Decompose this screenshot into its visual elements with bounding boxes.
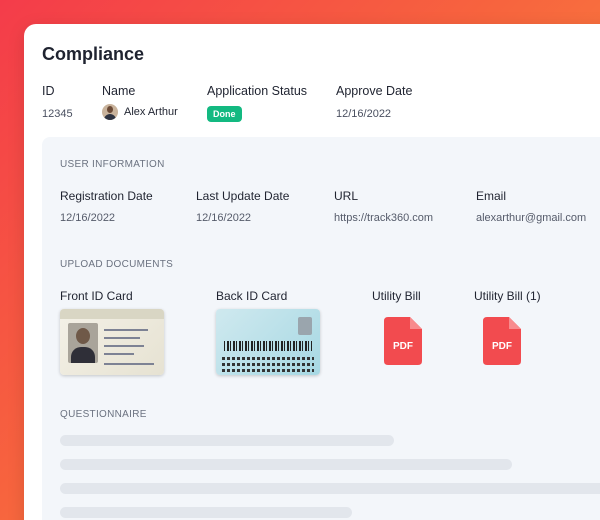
last-update-value: 12/16/2022 [196,212,252,224]
back-id-label: Back ID Card [216,289,288,303]
card-text-line [104,329,148,331]
avatar [102,104,118,120]
url-link[interactable]: https://track360.com [334,212,433,224]
email-value: alexarthur@gmail.com [476,212,587,224]
front-id-label: Front ID Card [60,289,133,303]
card-text-line [104,337,140,339]
card-text-line [104,363,154,365]
skeleton-line [60,435,394,446]
user-name-text: Alex Arthur [124,106,178,118]
mrz-line [222,363,314,366]
user-name: Alex Arthur [102,104,178,120]
questionnaire-section-title: QUESTIONNAIRE [60,409,147,420]
page-title: Compliance [42,44,145,64]
mrz-line [222,369,314,372]
upload-documents-section-title: UPLOAD DOCUMENTS [60,259,174,270]
barcode [224,341,312,351]
back-id-card-thumbnail[interactable] [216,309,320,375]
id-value: 12345 [42,108,73,120]
mrz-line [222,357,314,360]
registration-date-label: Registration Date [60,189,153,203]
status-label: Application Status [207,84,308,98]
approve-date-value: 12/16/2022 [336,108,392,120]
card-text-line [104,345,144,347]
user-info-section-title: USER INFORMATION [60,159,165,170]
pdf-badge-text: PDF [393,341,413,352]
email-label: Email [476,189,507,203]
status-badge: Done [207,106,242,122]
details-panel: USER INFORMATION Registration Date Last … [42,137,600,520]
last-update-label: Last Update Date [196,189,290,203]
skeleton-line [60,459,512,470]
utility-bill-1-pdf-icon[interactable]: PDF [483,317,521,365]
skeleton-line [60,507,352,518]
utility-bill-1-label: Utility Bill (1) [474,289,541,303]
name-label: Name [102,84,136,98]
url-label: URL [334,189,359,203]
front-id-card-thumbnail[interactable] [60,309,164,375]
approve-date-label: Approve Date [336,84,413,98]
card-header-band [60,309,164,319]
utility-bill-label: Utility Bill [372,289,421,303]
id-label: ID [42,84,55,98]
card-text-line [104,353,134,355]
pdf-badge-text: PDF [492,341,512,352]
skeleton-line [60,483,600,494]
registration-date-value: 12/16/2022 [60,212,116,224]
utility-bill-pdf-icon[interactable]: PDF [384,317,422,365]
portrait-photo [68,323,98,363]
mini-photo [298,317,312,335]
compliance-card: Compliance ID Name Application Status Ap… [24,24,600,520]
